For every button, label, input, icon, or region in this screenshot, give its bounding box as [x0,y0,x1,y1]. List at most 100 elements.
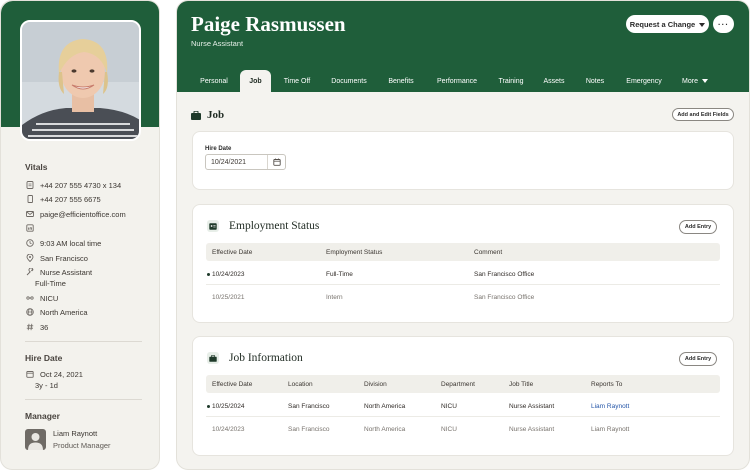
cell-reports-to-link[interactable]: Liam Raynott [591,395,629,417]
tab-emergency[interactable]: Emergency [618,70,670,92]
request-change-button[interactable]: Request a Change [626,15,709,33]
job-title-value: Nurse Assistant [40,267,93,277]
email-address: paige@efficientoffice.com [40,209,126,219]
employee-number: 36 [40,322,49,332]
cell-date: 10/24/2023 [212,425,245,433]
mobile-number: +44 207 555 6675 [40,194,101,204]
cell-location: San Francisco [288,425,330,433]
vitals-mobile[interactable]: +44 207 555 6675 [25,193,101,205]
tab-training[interactable]: Training [491,70,531,92]
add-edit-fields-button[interactable]: Add and Edit Fields [672,108,734,121]
wrench-icon [25,268,34,277]
profile-photo[interactable] [20,20,141,141]
profile-photo-image [22,22,139,139]
column-header[interactable]: Location [288,375,313,393]
column-header[interactable]: Division [364,375,387,393]
tab-benefits[interactable]: Benefits [381,70,421,92]
add-job-entry-button[interactable]: Add Entry [679,352,717,366]
linkedin-icon [25,224,34,233]
cell-job-title: Nurse Assistant [509,402,555,410]
manager-heading: Manager [25,411,60,421]
cell-department: NICU [441,425,457,433]
table-row[interactable]: 10/24/2023 San Francisco North America N… [206,418,720,440]
page-title: Job [191,109,224,121]
department-icon [25,294,34,303]
mobile-icon [25,195,34,204]
tab-job[interactable]: Job [240,70,271,92]
manager-avatar[interactable] [25,429,46,450]
cell-status: Full-Time [326,270,353,278]
main-panel: Paige Rasmussen Nurse Assistant Request … [176,0,750,470]
column-header[interactable]: Effective Date [212,375,252,393]
tab-performance[interactable]: Performance [429,70,485,92]
vitals-phone[interactable]: +44 207 555 4730 x 134 [25,179,121,191]
tab-more-label: More [682,77,698,85]
vitals-employee-number: 36 [25,321,48,333]
calendar-icon [25,370,34,379]
mail-icon [25,210,34,219]
column-header[interactable]: Comment [474,243,502,261]
employee-name: Paige Rasmussen [191,12,346,36]
column-header[interactable]: Reports To [591,375,622,393]
clock-icon [25,239,34,248]
page-title-text: Job [207,109,225,121]
department-value: NICU [40,293,59,303]
employment-status-table-header: Effective Date Employment Status Comment [206,243,720,261]
cell-division: North America [364,402,406,410]
more-actions-button[interactable]: ··· [713,15,734,33]
column-header[interactable]: Employment Status [326,243,382,261]
tab-personal[interactable]: Personal [194,70,234,92]
tab-bar: Personal Job Time Off Documents Benefits… [177,70,749,92]
sidebar-hire-date: Oct 24, 2021 [25,368,83,380]
cell-division: North America [364,425,406,433]
request-change-label: Request a Change [629,19,696,29]
employee-title: Nurse Assistant [191,39,244,48]
phone-number: +44 207 555 4730 x 134 [40,180,122,190]
cell-date: 10/24/2023 [212,270,245,278]
add-employment-entry-button[interactable]: Add Entry [679,220,717,234]
employment-status-title: Employment Status [229,220,320,232]
globe-icon [25,308,34,317]
vitals-local-time: 9:03 AM local time [25,237,101,249]
hash-icon [25,323,34,332]
vitals-social[interactable] [25,222,40,234]
manager-name[interactable]: Liam Raynott [53,429,97,438]
table-row[interactable]: 10/25/2021 Intern San Francisco Office [206,286,720,308]
vitals-heading: Vitals [25,162,48,172]
hire-date-label: Hire Date [205,146,232,152]
cell-reports-to-link[interactable]: Liam Raynott [591,418,629,440]
caret-down-icon [701,78,708,85]
hire-date-input[interactable]: 10/24/2021 [205,154,286,170]
tab-time-off[interactable]: Time Off [277,70,317,92]
tenure: 3y - 1d [35,381,58,390]
hire-date-heading: Hire Date [25,353,63,363]
local-time: 9:03 AM local time [40,238,102,248]
cell-location: San Francisco [288,402,330,410]
vitals-email[interactable]: paige@efficientoffice.com [25,208,126,220]
phone-icon [25,181,34,190]
hire-date-value: Oct 24, 2021 [40,369,83,379]
vitals-job-title: Nurse Assistant [25,266,92,278]
table-row[interactable]: 10/24/2023 Full-Time San Francisco Offic… [206,263,720,285]
vitals-division: North America [25,306,88,318]
table-row[interactable]: 10/25/2024 San Francisco North America N… [206,395,720,417]
caret-down-icon [699,20,706,29]
current-indicator [207,405,210,408]
column-header[interactable]: Department [441,375,475,393]
calendar-icon[interactable] [267,155,285,169]
current-indicator [207,273,210,276]
cell-date: 10/25/2021 [212,293,245,301]
column-header[interactable]: Job Title [509,375,533,393]
cell-date: 10/25/2024 [212,402,245,410]
tab-documents[interactable]: Documents [324,70,374,92]
manager-role: Product Manager [53,441,111,450]
column-header[interactable]: Effective Date [212,243,252,261]
division-value: North America [40,307,88,317]
cell-comment: San Francisco Office [474,293,535,301]
tab-assets[interactable]: Assets [537,70,571,92]
id-card-icon [207,220,219,232]
tab-more[interactable]: More [677,70,713,92]
job-information-heading: Job Information [207,351,303,365]
tab-notes[interactable]: Notes [579,70,611,92]
employment-type: Full-Time [35,279,66,288]
